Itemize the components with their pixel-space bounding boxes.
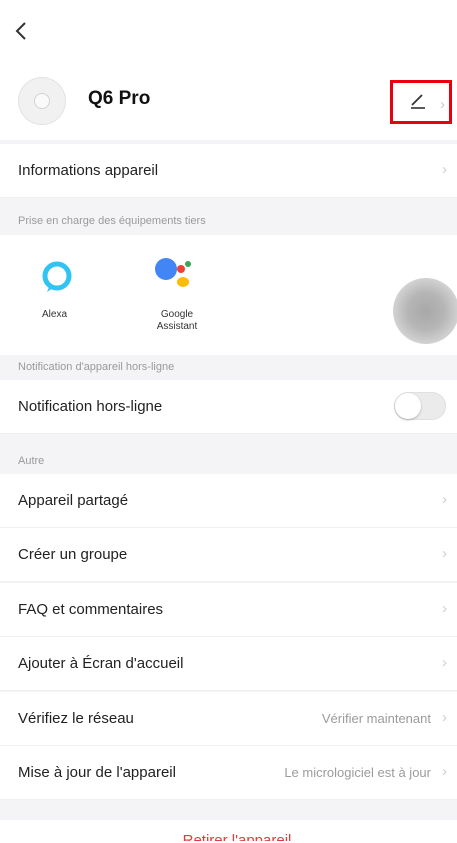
offline-notification-label: Notification hors-ligne [18, 398, 163, 415]
firmware-update-row[interactable]: Mise à jour de l'appareil Le micrologici… [0, 746, 457, 800]
alexa-icon[interactable] [40, 260, 74, 294]
device-avatar [18, 77, 66, 125]
google-assistant-icon[interactable] [150, 253, 204, 295]
device-info-label: Informations appareil [18, 162, 159, 179]
chevron-right-icon: › [442, 654, 447, 671]
google-label-line2: Assistant [156, 321, 198, 332]
device-name: Q6 Pro [88, 88, 151, 109]
create-group-row[interactable]: Créer un groupe › [0, 528, 457, 582]
toggle-knob [395, 393, 421, 419]
back-button[interactable] [14, 20, 38, 50]
device-icon [34, 93, 50, 109]
chevron-right-icon: › [442, 161, 447, 178]
offline-notification-toggle[interactable] [394, 392, 446, 420]
shared-device-row[interactable]: Appareil partagé › [0, 474, 457, 528]
check-network-row[interactable]: Vérifiez le réseau Vérifier maintenant › [0, 692, 457, 746]
shared-device-label: Appareil partagé [18, 492, 129, 509]
remove-device-button[interactable]: Retirer l'appareil [154, 832, 320, 841]
check-network-label: Vérifiez le réseau [18, 710, 134, 727]
device-info-row[interactable]: Informations appareil › [0, 144, 457, 198]
google-assistant-label: Google Assistant [146, 309, 208, 333]
check-network-value: Vérifier maintenant [321, 711, 431, 726]
chevron-right-icon: › [442, 491, 447, 508]
third-party-panel [0, 235, 457, 355]
section-offline: Notification d'appareil hors-ligne [18, 361, 175, 373]
chevron-left-icon [15, 22, 26, 40]
firmware-update-label: Mise à jour de l'appareil [18, 764, 176, 781]
firmware-update-value: Le micrologiciel est à jour [284, 765, 431, 780]
section-third-party: Prise en charge des équipements tiers [18, 215, 206, 227]
header-panel [0, 0, 457, 140]
pencil-icon[interactable] [409, 92, 427, 110]
add-home-screen-label: Ajouter à Écran d'accueil [18, 655, 184, 672]
chevron-right-icon: › [442, 600, 447, 617]
chevron-right-icon: › [442, 545, 447, 562]
floating-assistive-button[interactable] [393, 278, 457, 344]
faq-label: FAQ et commentaires [18, 601, 164, 618]
chevron-right-icon: › [440, 96, 445, 113]
create-group-label: Créer un groupe [18, 546, 128, 563]
offline-notification-row: Notification hors-ligne [0, 380, 457, 434]
add-home-screen-row[interactable]: Ajouter à Écran d'accueil › [0, 637, 457, 691]
chevron-right-icon: › [442, 763, 447, 780]
google-label-line1: Google [160, 309, 194, 320]
alexa-label: Alexa [42, 309, 68, 320]
faq-row[interactable]: FAQ et commentaires › [0, 583, 457, 637]
section-other: Autre [18, 455, 45, 467]
chevron-right-icon: › [442, 709, 447, 726]
